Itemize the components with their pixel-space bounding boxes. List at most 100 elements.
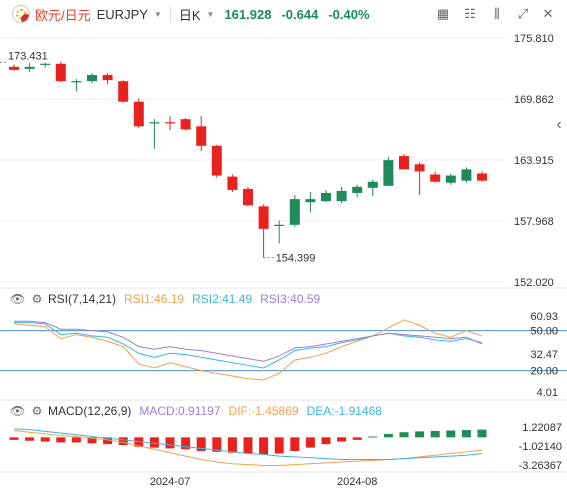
macd-histogram-bar	[368, 436, 378, 438]
toolbar: 欧元/日元 EURJPY ▼ 日K ▼ 161.928 -0.644 -0.40…	[0, 0, 567, 28]
macd-histogram-bar	[415, 431, 425, 438]
price-axis-label: 169.862	[514, 94, 554, 106]
candle-body	[336, 190, 347, 202]
candle-body	[289, 199, 300, 225]
x-axis-label: 2024-07	[150, 476, 190, 488]
price-axis-label: 175.810	[514, 33, 554, 45]
chevron-left-icon[interactable]: ‹	[551, 117, 567, 133]
settings-icon[interactable]: ⚙	[30, 292, 44, 306]
rsi3-value: RSI3:40.59	[260, 292, 321, 306]
candle-body	[445, 175, 456, 183]
macd-histogram-bar	[399, 432, 409, 438]
macd-histogram-bar	[227, 437, 237, 453]
candle-body	[274, 224, 285, 226]
price-axis-label: 157.968	[514, 216, 554, 228]
eur-jpy-flag-icon	[12, 5, 30, 23]
timeframe-label: 日K	[178, 7, 201, 23]
candle-body	[102, 75, 113, 81]
price-axis-label: 163.915	[514, 155, 554, 167]
candle-body	[71, 81, 82, 83]
candle-body	[414, 164, 425, 172]
x-axis-label: 2024-08	[337, 476, 377, 488]
bar-chart-icon[interactable]: ▦	[435, 6, 451, 22]
macd-axis-label: 1.22087	[522, 422, 562, 434]
macd-histogram-bar	[430, 430, 440, 438]
candle-body	[24, 66, 35, 69]
rsi1-value: RSI1:46.19	[124, 292, 185, 306]
candle-body	[258, 206, 269, 229]
macd-title: MACD(12,26,9)	[48, 404, 132, 418]
dea-value: DEA:-1.91468	[306, 404, 382, 418]
candle-body	[40, 63, 51, 65]
price-change: -0.644	[281, 6, 319, 22]
price-axis-label: 152.020	[514, 277, 554, 289]
close-icon[interactable]: ✕	[540, 6, 556, 22]
eye-icon[interactable]: 👁	[10, 292, 25, 306]
chevron-down-icon: ▼	[153, 9, 162, 19]
candle-body	[352, 186, 363, 193]
dif-value: DIF:-1.45869	[228, 404, 299, 418]
candle-body	[118, 81, 129, 102]
pair-symbol: EURJPY	[96, 6, 148, 22]
chart-app: 175.810 169.862 163.915 157.968 152.020 173.4…	[0, 0, 567, 491]
symbol-selector[interactable]: 欧元/日元 EURJPY ▼	[12, 5, 162, 24]
candle-body	[133, 101, 144, 127]
high-price-label: 173.431	[8, 50, 48, 62]
candle-body	[55, 63, 66, 82]
candle-body	[196, 126, 207, 146]
divider	[169, 6, 171, 22]
macd-histogram-bar	[274, 437, 284, 454]
macd-histogram-bar	[290, 437, 300, 451]
rsi2-value: RSI2:41.49	[192, 292, 253, 306]
candle-body	[321, 192, 331, 202]
rsi-line	[14, 322, 483, 369]
candle-body	[149, 122, 160, 124]
rsi-axis-label: 4.01	[537, 387, 558, 399]
macd-histogram-bar	[40, 437, 50, 442]
candle-body	[477, 173, 487, 181]
macd-histogram-bar	[149, 437, 159, 448]
timeframe-selector[interactable]: 日K ▼	[179, 5, 215, 24]
macd-axis-label: -3.26367	[519, 460, 562, 472]
candle-body	[9, 66, 19, 70]
rsi-line	[14, 320, 483, 362]
macd-histogram-bar	[477, 429, 487, 438]
chevron-down-icon: ▼	[206, 9, 215, 19]
settings-icon[interactable]: ⚙	[30, 404, 44, 418]
rsi-header: 👁 ⚙ RSI(7,14,21) RSI1:46.19 RSI2:41.49 R…	[0, 291, 320, 307]
macd-histogram-bar	[446, 430, 456, 438]
rsi-axis-label: 60.93	[530, 311, 558, 323]
macd-histogram-bar	[71, 437, 81, 443]
candle-body	[227, 176, 238, 190]
candle-body	[243, 188, 253, 206]
rsi-axis-label: 50.00	[530, 326, 558, 338]
candle-body	[87, 75, 97, 82]
candle-body	[399, 156, 409, 170]
expand-icon[interactable]: ⤢	[515, 6, 531, 22]
macd-histogram-bar	[9, 437, 19, 440]
candle-body	[383, 160, 394, 186]
macd-histogram-bar	[352, 437, 362, 440]
macd-histogram-bar	[321, 437, 331, 445]
macd-header: 👁 ⚙ MACD(12,26,9) MACD:0.91197 DIF:-1.45…	[0, 403, 382, 419]
macd-axis-label: -1.02140	[519, 441, 562, 453]
candle-body	[430, 174, 441, 182]
eye-icon[interactable]: 👁	[10, 404, 25, 418]
macd-histogram-bar	[259, 437, 269, 455]
pair-chinese-name: 欧元/日元	[35, 7, 91, 23]
macd-histogram-bar	[383, 433, 393, 438]
sliders-icon[interactable]: ☷	[462, 6, 478, 22]
macd-histogram-bar	[118, 437, 128, 445]
rsi-title: RSI(7,14,21)	[48, 292, 117, 306]
macd-histogram-bar	[165, 437, 175, 449]
macd-histogram-bar	[25, 437, 35, 441]
compare-icon[interactable]: ⫼	[489, 6, 505, 22]
candle-body	[305, 199, 316, 203]
low-price-label: 154.399	[276, 253, 316, 265]
macd-histogram-bar	[461, 430, 471, 438]
candle-body	[165, 122, 175, 124]
macd-value: MACD:0.91197	[139, 404, 221, 418]
rsi-axis-label: 20.00	[530, 366, 558, 378]
last-price: 161.928	[224, 6, 272, 22]
candle-body	[211, 145, 222, 176]
